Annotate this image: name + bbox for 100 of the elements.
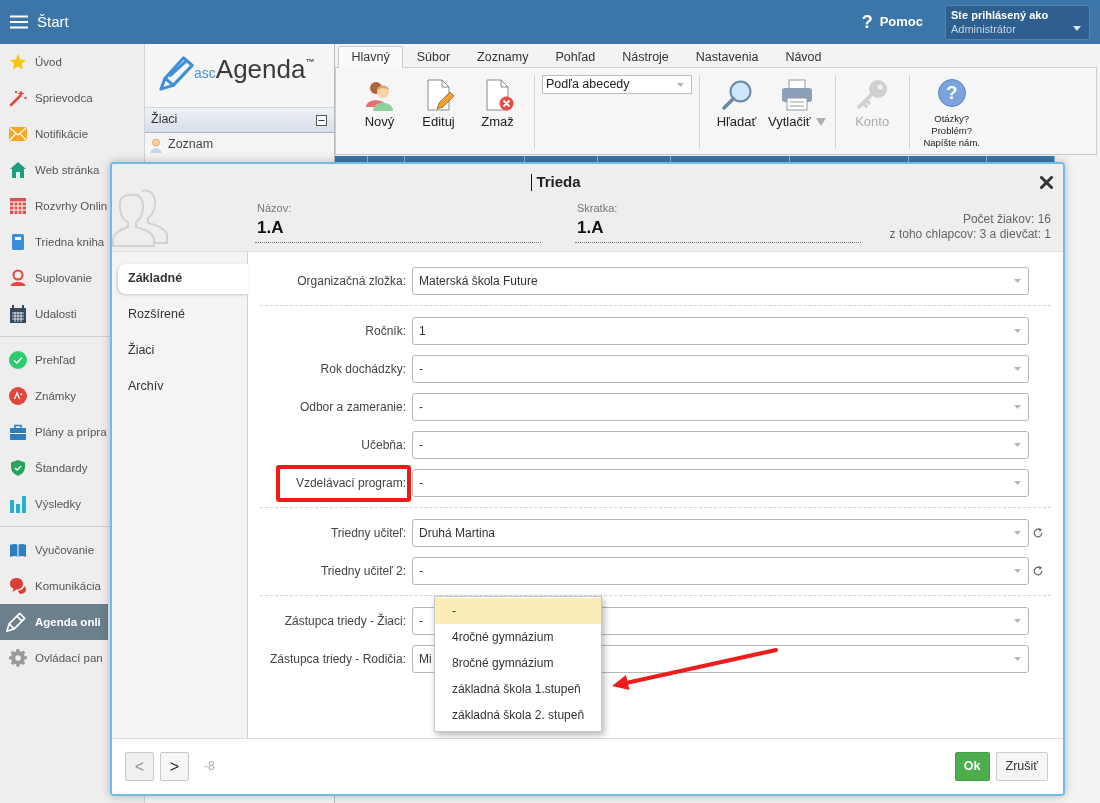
sidebar-item[interactable]: Agenda onli — [0, 604, 108, 640]
toolbar-button[interactable]: Hľadať — [707, 75, 766, 130]
sidebar-item[interactable]: Sprievodca — [0, 80, 108, 116]
help-link[interactable]: ? Pomoc — [861, 13, 923, 31]
people-icon — [363, 79, 396, 111]
star-icon — [9, 53, 27, 71]
sidebar-item[interactable]: Úvod — [0, 44, 108, 80]
field-label: Vzdelávací program: — [295, 475, 406, 491]
envelope-icon — [9, 127, 27, 141]
dialog-tab[interactable]: Žiaci — [118, 336, 248, 366]
dropdown-option[interactable]: - — [435, 598, 601, 624]
ribbon-tab[interactable]: Hlavný — [338, 46, 404, 68]
search-icon — [720, 79, 753, 111]
dialog-tab[interactable]: Základné — [118, 264, 248, 294]
select-field[interactable]: - — [412, 431, 1029, 459]
ribbon-tab[interactable]: Zoznamy — [463, 46, 542, 68]
toolbar-button[interactable]: Nový — [350, 75, 409, 130]
field-label: Ročník: — [365, 323, 406, 339]
pencil-logo-icon — [158, 53, 196, 93]
sidebar-item[interactable]: Známky — [0, 378, 108, 414]
field-label: Zástupca triedy - Rodičia: — [269, 651, 406, 667]
cancel-button[interactable]: Zrušiť — [995, 752, 1048, 781]
caret-icon — [1014, 569, 1021, 573]
sidebar-item[interactable]: Komunikácia — [0, 568, 108, 604]
field-label: Učebňa: — [361, 437, 406, 453]
badge-icon — [9, 387, 27, 405]
person-icon — [150, 137, 162, 153]
printer-icon — [780, 79, 813, 111]
sidebar-item[interactable]: Výsledky — [0, 486, 108, 522]
select-field[interactable]: - — [412, 557, 1029, 585]
sidebar-item[interactable]: Štandardy — [0, 450, 108, 486]
sidebar-item[interactable]: Plány a prípra — [0, 414, 108, 450]
section-title: Žiaci — [151, 112, 178, 128]
field-value: 1.A — [575, 215, 861, 243]
caret-icon — [1014, 367, 1021, 371]
dialog-tab[interactable]: Rozšírené — [118, 300, 248, 330]
next-button[interactable]: > — [160, 752, 189, 781]
field-label: Triedny učiteľ 2: — [320, 563, 406, 579]
field-label: Zástupca triedy - Žiaci: — [284, 613, 406, 629]
section-header[interactable]: Žiaci — [145, 107, 334, 133]
caret-icon — [1014, 279, 1021, 283]
field-label: Triedny učiteľ: — [330, 525, 406, 541]
ribbon-tab[interactable]: Pohľad — [542, 46, 609, 68]
key-icon — [856, 79, 889, 111]
sidebar-item[interactable]: Prehľad — [0, 342, 108, 378]
ribbon-tab[interactable]: Návod — [771, 46, 835, 68]
select-field[interactable]: Druhá Martina — [412, 519, 1029, 547]
pencil-icon — [5, 611, 27, 633]
select-field[interactable]: Materská škola Future — [412, 267, 1029, 295]
dropdown-option[interactable]: základná škola 1.stupeň — [435, 676, 601, 702]
caret-icon — [1014, 329, 1021, 333]
sidebar-item[interactable]: Vyučovanie — [0, 532, 108, 568]
field-label: Organizačná zložka: — [297, 273, 406, 289]
select-field[interactable]: - — [412, 469, 1029, 497]
sidebar-item[interactable]: Triedna kniha — [0, 224, 108, 260]
field-value: 1.A — [255, 215, 541, 243]
logo-text: ascAgenda$^{™}$ — [194, 53, 315, 86]
close-icon[interactable] — [1040, 175, 1053, 189]
stat-text: Počet žiakov: 16 — [962, 212, 1051, 227]
sort-select[interactable]: Podľa abecedy — [542, 75, 692, 94]
counter-text: -8 — [204, 759, 215, 774]
refresh-icon[interactable] — [1033, 566, 1043, 576]
dropdown-option[interactable]: základná škola 2. stupeň — [435, 702, 601, 728]
toolbar-button[interactable]: Vytlačiť — [766, 75, 828, 130]
toolbar-button[interactable]: Edituj — [409, 75, 468, 130]
caret-icon — [1014, 531, 1021, 535]
sidebar-item[interactable]: Ovládací pan — [0, 640, 108, 676]
shield-icon — [9, 459, 27, 477]
dialog-tab[interactable]: Archív — [118, 372, 248, 402]
collapse-icon[interactable] — [316, 114, 327, 126]
select-field[interactable]: 1 — [412, 317, 1029, 345]
field-label: Odbor a zameranie: — [299, 399, 406, 415]
help-button[interactable]: ? Otázky? Problém? Napíšte nám. — [916, 75, 987, 149]
page-title: Štart — [37, 13, 69, 31]
ribbon-tab[interactable]: Nástroje — [608, 46, 683, 68]
select-field[interactable]: - — [412, 393, 1029, 421]
user-menu[interactable]: Ste prihlásený ako Administrátor — [945, 4, 1090, 40]
calendar-icon — [9, 305, 27, 323]
sidebar-item[interactable]: Rozvrhy Onlin — [0, 188, 108, 224]
sidebar-item[interactable]: Udalosti — [0, 296, 108, 332]
field-label: Skratka: — [577, 202, 618, 215]
calendar-icon — [9, 197, 27, 215]
caret-icon — [1073, 25, 1081, 31]
briefcase-icon — [9, 424, 27, 440]
gear-icon — [9, 649, 27, 667]
ribbon-tab[interactable]: Nastavenia — [682, 46, 772, 68]
sidebar-item[interactable]: Notifikácie — [0, 116, 108, 152]
dropdown-option[interactable]: 8ročné gymnázium — [435, 650, 601, 676]
ribbon-tab[interactable]: Súbor — [403, 46, 464, 68]
menu-icon[interactable] — [10, 15, 28, 29]
sidebar-item[interactable]: Web stránka — [0, 152, 108, 188]
list-item[interactable]: Zoznam — [145, 134, 218, 156]
refresh-icon[interactable] — [1033, 528, 1043, 538]
toolbar-button[interactable]: Zmaž — [468, 75, 527, 130]
sidebar-item[interactable]: Suplovanie — [0, 260, 108, 296]
select-field[interactable]: - — [412, 355, 1029, 383]
caret-icon — [1014, 619, 1021, 623]
wand-icon — [9, 89, 27, 107]
field-label: Rok dochádzky: — [320, 361, 406, 377]
bar-chart-icon — [9, 495, 27, 513]
